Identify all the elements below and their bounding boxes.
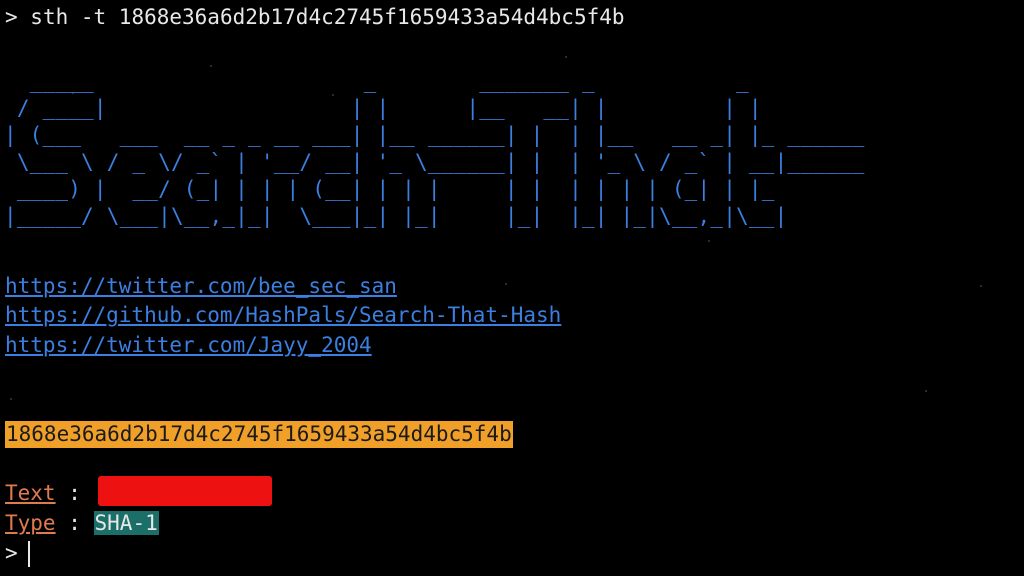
input-prompt-line[interactable]: > (5, 539, 30, 567)
terminal-window[interactable]: > sth -t 1868e36a6d2b17d4c2745f1659433a5… (0, 0, 1024, 576)
type-separator: : (55, 511, 94, 535)
result-type-row: Type : SHA-1 (5, 509, 159, 537)
star-dot (10, 398, 12, 400)
text-cursor (27, 541, 30, 567)
star-dot (565, 56, 567, 58)
type-label: Type (5, 511, 56, 535)
prompt-symbol: > (5, 5, 18, 29)
final-prompt-symbol: > (5, 541, 18, 565)
text-label: Text (5, 481, 56, 505)
command-text: sth -t 1868e36a6d2b17d4c2745f1659433a54d… (17, 5, 625, 29)
text-separator: : (55, 481, 94, 505)
star-dot (708, 240, 710, 242)
star-dot (925, 390, 927, 392)
link-twitter-jayy[interactable]: https://twitter.com/Jayy_2004 (5, 331, 372, 359)
link-twitter-bee[interactable]: https://twitter.com/bee_sec_san (5, 272, 397, 300)
ascii-banner: _____ _ _______ _ _ / ____| | | |__ __| … (4, 69, 865, 228)
link-github-repo[interactable]: https://github.com/HashPals/Search-That-… (5, 301, 561, 329)
command-line[interactable]: > sth -t 1868e36a6d2b17d4c2745f1659433a5… (5, 4, 625, 30)
star-dot (980, 285, 982, 287)
result-text-row: Text : (5, 479, 94, 507)
star-dot (210, 65, 212, 67)
hash-banner: 1868e36a6d2b17d4c2745f1659433a54d4bc5f4b (5, 421, 513, 448)
hash-type-badge: SHA-1 (93, 511, 159, 535)
redacted-plaintext (98, 476, 272, 506)
star-dot (505, 283, 507, 285)
